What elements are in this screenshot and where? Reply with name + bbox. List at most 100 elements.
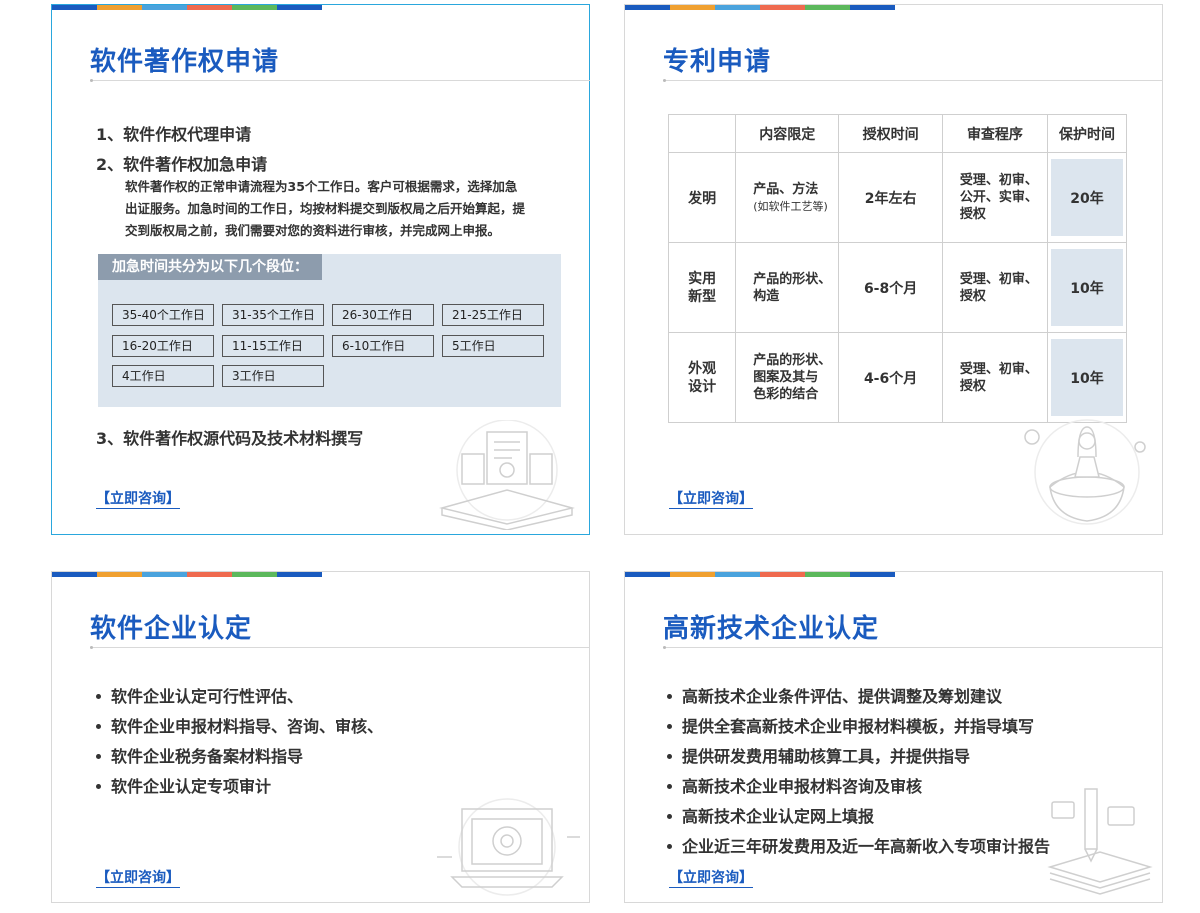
- card-title: 高新技术企业认定: [663, 614, 880, 644]
- expedite-segments-panel: 加急时间共分为以下几个段位： 35-40个工作日 31-35个工作日 26-30…: [98, 254, 561, 407]
- documents-pen-icon: [1047, 788, 1153, 895]
- item-source-code-writing: 3、软件著作权源代码及技术材料撰写: [96, 429, 364, 448]
- patent-type-cell: 实用 新型: [667, 242, 737, 333]
- protection-value: 20年: [1050, 159, 1123, 236]
- table-header-row: 内容限定 授权时间 审查程序 保护时间: [667, 114, 1128, 153]
- card-title: 软件著作权申请: [90, 47, 280, 77]
- service-list: 高新技术企业条件评估、提供调整及筹划建议 提供全套高新技术企业申报材料模板，并指…: [663, 686, 1050, 866]
- segment-option: 4工作日: [112, 365, 214, 387]
- content-text: 产品、方法: [753, 181, 819, 197]
- content-line: 色彩的结合: [753, 387, 819, 402]
- item-copyright-expedite: 2、软件著作权加急申请: [96, 155, 268, 174]
- list-item: 提供全套高新技术企业申报材料模板，并指导填写: [663, 716, 1050, 746]
- table-header-cell: 保护时间: [1046, 114, 1128, 153]
- segment-option: 3工作日: [222, 365, 324, 387]
- segment-option: 35-40个工作日: [112, 304, 214, 326]
- color-stripe: [52, 5, 322, 10]
- content-cell: 产品、方法 (如软件工艺等): [735, 152, 840, 243]
- card-patent: 专利申请 内容限定 授权时间 审查程序 保护时间 发明 产品、方法 (如软件工艺…: [624, 4, 1163, 535]
- procedure-line: 受理、初审、: [959, 361, 1038, 377]
- list-item: 企业近三年研发费用及近一年高新收入专项审计报告: [663, 836, 1050, 866]
- consult-button[interactable]: 【立即咨询】: [96, 870, 180, 888]
- table-row: 外观 设计 产品的形状、 图案及其与 色彩的结合 4-6个月 受理、初审、 授权…: [667, 332, 1128, 423]
- procedure-cell: 受理、初审、 公开、实审、 授权: [941, 152, 1048, 243]
- stamp-icon: [1024, 419, 1146, 525]
- type-line: 实用: [688, 270, 717, 287]
- list-item: 软件企业税务备案材料指导: [92, 746, 383, 776]
- procedure-line: 公开、实审、: [959, 190, 1038, 205]
- protection-value: 10年: [1050, 249, 1123, 326]
- segment-option: 6-10工作日: [332, 335, 434, 357]
- protection-value: 10年: [1050, 339, 1123, 416]
- patent-type-cell: 发明: [667, 152, 737, 243]
- protection-cell: 20年: [1046, 152, 1128, 243]
- consult-button[interactable]: 【立即咨询】: [96, 491, 180, 509]
- title-divider: [663, 79, 1163, 82]
- color-stripe: [625, 5, 895, 10]
- type-line: 外观: [688, 360, 717, 377]
- grant-time-cell: 4-6个月: [838, 332, 943, 423]
- card-title: 专利申请: [663, 47, 772, 77]
- grant-time-cell: 2年左右: [838, 152, 943, 243]
- computer-gear-icon: [437, 798, 580, 896]
- grant-time-cell: 6-8个月: [838, 242, 943, 333]
- procedure-cell: 受理、初审、 授权: [941, 332, 1048, 423]
- content-line: 图案及其与: [753, 370, 819, 385]
- table-header-cell: 内容限定: [735, 114, 840, 153]
- type-line: 设计: [688, 378, 717, 395]
- card-software-copyright: 软件著作权申请 1、软件作权代理申请 2、软件著作权加急申请 软件著作权的正常申…: [51, 4, 590, 535]
- list-item: 软件企业认定专项审计: [92, 776, 383, 806]
- segment-option: 21-25工作日: [442, 304, 544, 326]
- list-item: 高新技术企业申报材料咨询及审核: [663, 776, 1050, 806]
- procedure-line: 授权: [959, 288, 986, 304]
- book-document-icon: [439, 420, 575, 530]
- item-copyright-agency: 1、软件作权代理申请: [96, 125, 252, 144]
- type-line: 新型: [688, 288, 717, 305]
- procedure-line: 受理、初审、: [959, 271, 1038, 287]
- procedure-cell: 受理、初审、 授权: [941, 242, 1048, 333]
- segment-option: 5工作日: [442, 335, 544, 357]
- card-title: 软件企业认定: [90, 614, 253, 644]
- segment-option: 11-15工作日: [222, 335, 324, 357]
- procedure-line: 受理、初审、: [959, 173, 1038, 188]
- table-header-cell: [667, 114, 737, 153]
- consult-button[interactable]: 【立即咨询】: [669, 870, 753, 888]
- content-line: 产品的形状、: [753, 353, 832, 368]
- procedure-line: 授权: [959, 378, 986, 394]
- card-software-enterprise: 软件企业认定 软件企业认定可行性评估、 软件企业申报材料指导、咨询、审核、 软件…: [51, 571, 590, 903]
- protection-cell: 10年: [1046, 242, 1128, 333]
- content-cell: 产品的形状、 图案及其与 色彩的结合: [735, 332, 840, 423]
- table-header-cell: 审查程序: [941, 114, 1048, 153]
- table-header-cell: 授权时间: [838, 114, 943, 153]
- segments-header: 加急时间共分为以下几个段位：: [98, 254, 322, 280]
- protection-cell: 10年: [1046, 332, 1128, 423]
- content-cell: 产品的形状、 构造: [735, 242, 840, 333]
- description-line: 软件著作权的正常申请流程为35个工作日。客户可根据需求，选择加急: [125, 179, 518, 194]
- segment-option: 26-30工作日: [332, 304, 434, 326]
- expedite-description: 软件著作权的正常申请流程为35个工作日。客户可根据需求，选择加急 出证服务。加急…: [125, 176, 575, 242]
- color-stripe: [52, 572, 322, 577]
- list-item: 提供研发费用辅助核算工具，并提供指导: [663, 746, 1050, 776]
- list-item: 高新技术企业认定网上填报: [663, 806, 1050, 836]
- table-row: 实用 新型 产品的形状、 构造 6-8个月 受理、初审、 授权 10年: [667, 242, 1128, 333]
- service-list: 软件企业认定可行性评估、 软件企业申报材料指导、咨询、审核、 软件企业税务备案材…: [92, 686, 383, 806]
- content-line: 构造: [753, 288, 780, 304]
- content-note: (如软件工艺等): [753, 199, 828, 213]
- title-divider: [90, 646, 590, 649]
- procedure-line: 授权: [959, 207, 986, 222]
- description-line: 出证服务。加急时间的工作日，均按材料提交到版权局之后开始算起，提: [125, 201, 526, 216]
- table-row: 发明 产品、方法 (如软件工艺等) 2年左右 受理、初审、 公开、实审、 授权 …: [667, 152, 1128, 243]
- title-divider: [663, 646, 1163, 649]
- list-item: 软件企业认定可行性评估、: [92, 686, 383, 716]
- segment-option: 31-35个工作日: [222, 304, 324, 326]
- color-stripe: [625, 572, 895, 577]
- title-divider: [90, 79, 590, 82]
- card-high-tech: 高新技术企业认定 高新技术企业条件评估、提供调整及筹划建议 提供全套高新技术企业…: [624, 571, 1163, 903]
- patent-type-cell: 外观 设计: [667, 332, 737, 423]
- list-item: 软件企业申报材料指导、咨询、审核、: [92, 716, 383, 746]
- description-line: 交到版权局之前，我们需要对您的资料进行审核，并完成网上申报。: [125, 223, 501, 238]
- patent-table: 内容限定 授权时间 审查程序 保护时间 发明 产品、方法 (如软件工艺等) 2年…: [667, 114, 1128, 423]
- segment-option: 16-20工作日: [112, 335, 214, 357]
- consult-button[interactable]: 【立即咨询】: [669, 491, 753, 509]
- content-line: 产品的形状、: [753, 271, 832, 287]
